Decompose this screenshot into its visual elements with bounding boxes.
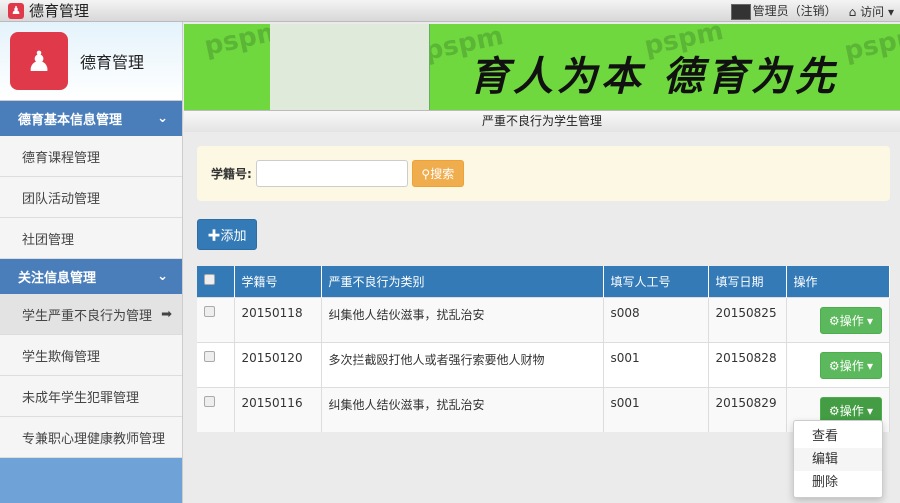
cell-type: 多次拦截殴打他人或者强行索要他人财物 (321, 341, 604, 387)
visit-menu[interactable]: ⌂ 访问 ▾ (849, 3, 894, 20)
cell-action: ⚙操作 ▾ (786, 341, 890, 387)
section-label: 关注信息管理 (18, 271, 97, 286)
item-label: 团队活动管理 (22, 191, 101, 207)
monitor-icon (730, 3, 751, 20)
app-title: 德育管理 (29, 2, 90, 20)
select-all-checkbox[interactable] (204, 274, 215, 286)
page-title: 严重不良行为学生管理 (184, 110, 900, 132)
table-row: 20150116 纠集他人结伙滋事，扰乱治安 s001 20150829 ⚙操作… (197, 386, 890, 432)
caret-down-icon: ▾ (887, 4, 894, 19)
action-button[interactable]: ⚙操作 ▾ (820, 351, 882, 379)
table-header: 学籍号 严重不良行为类别 填写人工号 填写日期 操作 (197, 266, 890, 297)
action-label: 操作 (839, 403, 864, 418)
top-bar: ♟ 德育管理 管理员（注销） ⌂ 访问 ▾ (0, 0, 900, 22)
user-link[interactable]: 管理员（注销） (730, 2, 837, 20)
cell-id: 20150120 (234, 341, 322, 387)
menu-item-edit[interactable]: 编辑 (794, 448, 882, 471)
row-checkbox[interactable] (204, 395, 215, 407)
caret-down-icon: ▾ (867, 403, 874, 418)
sidebar-section-attention[interactable]: 关注信息管理 ⌄ (0, 259, 182, 294)
gear-icon: ⚙ (828, 313, 840, 328)
add-button[interactable]: ✚添加 (197, 219, 257, 250)
checkbox-cell (197, 386, 235, 432)
cell-type: 纠集他人结伙滋事，扰乱治安 (321, 296, 604, 342)
add-label: 添加 (220, 228, 247, 243)
sidebar-item[interactable]: 未成年学生犯罪管理 (0, 376, 182, 417)
chevron-down-icon: ⌄ (157, 269, 168, 284)
item-label: 未成年学生犯罪管理 (22, 390, 140, 406)
col-header: 填写日期 (708, 266, 787, 297)
data-table: 学籍号 严重不良行为类别 填写人工号 填写日期 操作 20150118 纠集他人… (197, 266, 890, 432)
row-checkbox[interactable] (204, 350, 215, 362)
action-button[interactable]: ⚙操作 ▾ (820, 306, 882, 334)
cell-date: 20150825 (708, 296, 787, 342)
cartoon-image (270, 24, 430, 110)
item-label: 学生严重不良行为管理 (22, 308, 153, 324)
item-label: 专兼职心理健康教师管理 (22, 431, 166, 447)
sidebar-section-basic[interactable]: 德育基本信息管理 ⌄ (0, 101, 182, 136)
chevron-down-icon: ⌄ (157, 111, 168, 126)
logo: ♟ 德育管理 (0, 22, 182, 101)
arrow-right-icon: ➡ (161, 306, 172, 322)
row-checkbox[interactable] (204, 305, 215, 317)
menu-item-view[interactable]: 查看 (794, 425, 882, 448)
search-button[interactable]: ⚲搜索 (411, 160, 464, 187)
gear-icon: ⚙ (828, 403, 840, 418)
search-label: 学籍号: (211, 167, 252, 181)
caret-down-icon: ▾ (867, 313, 874, 328)
sidebar: ♟ 德育管理 德育基本信息管理 ⌄ 德育课程管理 团队活动管理 社团管理 关注信息… (0, 22, 183, 503)
sidebar-item[interactable]: 德育课程管理 (0, 136, 182, 177)
select-all-cell (197, 266, 235, 297)
col-header: 操作 (786, 266, 890, 297)
home-icon: ⌂ (848, 4, 857, 19)
table-row: 20150120 多次拦截殴打他人或者强行索要他人财物 s001 2015082… (197, 341, 890, 387)
item-label: 社团管理 (22, 232, 75, 248)
plus-icon: ✚ (207, 228, 221, 243)
cell-date: 20150829 (708, 386, 787, 432)
search-button-label: 搜索 (430, 167, 455, 181)
sidebar-item[interactable]: 专兼职心理健康教师管理 (0, 417, 182, 458)
checkbox-cell (197, 296, 235, 342)
logo-text: 德育管理 (80, 53, 145, 72)
cell-id: 20150116 (234, 386, 322, 432)
sidebar-item[interactable]: 团队活动管理 (0, 177, 182, 218)
caret-down-icon: ▾ (867, 358, 874, 373)
gear-icon: ⚙ (828, 358, 840, 373)
logo-icon: ♟ (10, 32, 68, 90)
menu-item-delete[interactable]: 删除 (794, 471, 882, 494)
banner: pspm pspm pspm pspm 育人为本 德育为先 (184, 24, 900, 110)
sidebar-item[interactable]: 学生欺侮管理 (0, 335, 182, 376)
col-header: 填写人工号 (603, 266, 709, 297)
col-header: 严重不良行为类别 (321, 266, 604, 297)
cell-date: 20150828 (708, 341, 787, 387)
item-label: 学生欺侮管理 (22, 349, 101, 365)
search-panel: 学籍号: ⚲搜索 (197, 146, 890, 201)
cell-staff: s001 (603, 341, 709, 387)
action-label: 操作 (839, 313, 864, 328)
col-header: 学籍号 (234, 266, 322, 297)
user-label: 管理员（注销） (752, 4, 837, 19)
cell-staff: s008 (603, 296, 709, 342)
cell-staff: s001 (603, 386, 709, 432)
sidebar-item-active[interactable]: 学生严重不良行为管理 ➡ (0, 294, 182, 335)
visit-label: 访问 (860, 4, 885, 19)
student-id-input[interactable] (255, 160, 408, 187)
slogan: 育人为本 德育为先 (469, 53, 839, 100)
action-label: 操作 (839, 358, 864, 373)
checkbox-cell (197, 341, 235, 387)
sidebar-item[interactable]: 社团管理 (0, 218, 182, 259)
cell-action: ⚙操作 ▾ (786, 296, 890, 342)
table-row: 20150118 纠集他人结伙滋事，扰乱治安 s008 20150825 ⚙操作… (197, 296, 890, 342)
section-label: 德育基本信息管理 (18, 113, 123, 128)
app-icon: ♟ (8, 2, 24, 19)
search-icon: ⚲ (421, 167, 431, 181)
cell-id: 20150118 (234, 296, 322, 342)
cell-type: 纠集他人结伙滋事，扰乱治安 (321, 386, 604, 432)
watermark: pspm (841, 24, 900, 67)
item-label: 德育课程管理 (22, 150, 101, 166)
action-dropdown-menu: 查看 编辑 删除 (793, 420, 883, 498)
